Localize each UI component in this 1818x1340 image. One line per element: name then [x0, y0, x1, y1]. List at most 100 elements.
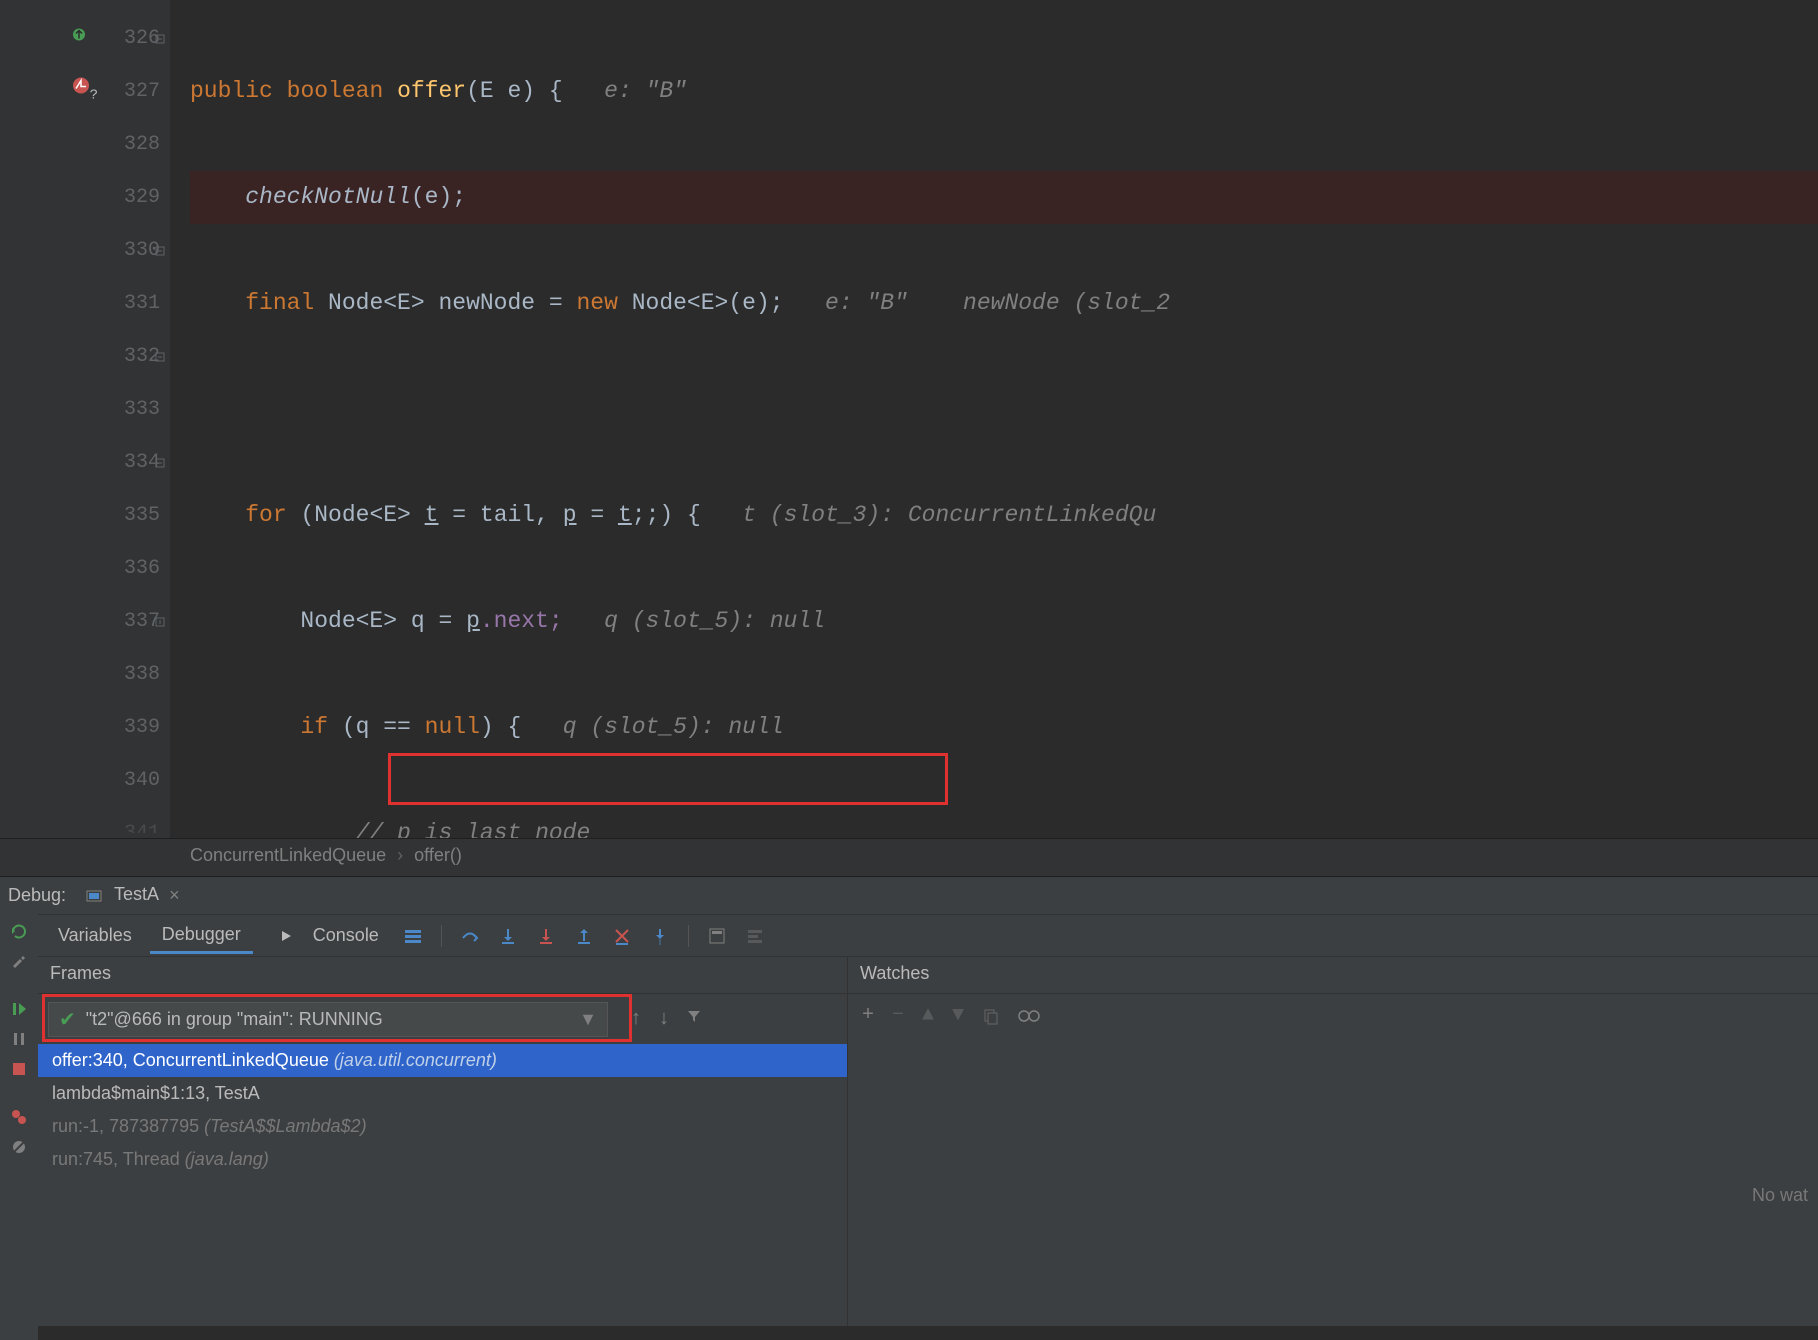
move-down-icon[interactable]: ▼ [952, 1004, 964, 1027]
code-text: (e); [411, 184, 466, 210]
step-into-icon[interactable] [498, 926, 518, 946]
step-over-icon[interactable] [460, 926, 480, 946]
method-call: checkNotNull [245, 184, 411, 210]
keyword: for [245, 502, 286, 528]
line-number: 329 [124, 186, 160, 209]
frame-item[interactable]: run:-1, 787387795 (TestA$$Lambda$2) [38, 1110, 847, 1143]
thread-selector[interactable]: ✔ "t2"@666 in group "main": RUNNING ▼ [48, 1002, 608, 1037]
close-icon[interactable]: × [169, 885, 180, 906]
mute-breakpoints-icon[interactable] [10, 1138, 28, 1156]
dropdown-icon[interactable]: ▼ [579, 1009, 597, 1030]
inline-hint: q (slot_5): null [563, 714, 784, 740]
code-text: = [577, 502, 618, 528]
remove-watch-icon[interactable]: − [892, 1004, 904, 1027]
breadcrumb-class[interactable]: ConcurrentLinkedQueue [190, 845, 386, 865]
frame-text: offer:340, ConcurrentLinkedQueue [52, 1050, 334, 1070]
debug-tab[interactable]: TestA [108, 884, 165, 907]
no-watches-text: No wat [1752, 1185, 1808, 1206]
code-line[interactable]: for (Node<E> t = tail, p = t;;) { t (slo… [190, 489, 1818, 542]
fold-icon[interactable] [154, 245, 166, 257]
add-watch-icon[interactable]: + [862, 1004, 874, 1027]
keyword: final [245, 290, 314, 316]
code-text: ;;) { [632, 502, 701, 528]
svg-text:I: I [659, 938, 661, 946]
debug-toolbar: Variables Debugger Console I [38, 914, 1818, 956]
rerun-icon[interactable] [10, 922, 28, 940]
force-step-into-icon[interactable] [536, 926, 556, 946]
code-line[interactable]: // p is last node [190, 807, 1818, 838]
code-line[interactable]: final Node<E> newNode = new Node<E>(e); … [190, 277, 1818, 330]
comment: // p is last node [356, 820, 591, 838]
code-line[interactable]: Node<E> q = p.next; q (slot_5): null [190, 595, 1818, 648]
inline-hint: e: "B" [825, 290, 908, 316]
code-text: Node<E> q = [300, 608, 466, 634]
frame-item[interactable]: run:745, Thread (java.lang) [38, 1143, 847, 1176]
frame-text: lambda$main$1:13, TestA [52, 1083, 260, 1103]
frame-item[interactable]: lambda$main$1:13, TestA [38, 1077, 847, 1110]
evaluate-icon[interactable] [707, 926, 727, 946]
tab-variables[interactable]: Variables [46, 919, 144, 952]
pause-icon[interactable] [10, 1030, 28, 1048]
inline-hint: e: "B" [604, 78, 687, 104]
line-number: 335 [124, 504, 160, 527]
frame-up-icon[interactable]: ↑ [630, 1008, 642, 1031]
breakpoint-icon[interactable]: ? [70, 65, 92, 118]
fold-icon[interactable] [154, 351, 166, 363]
code-line[interactable]: if (q == null) { q (slot_5): null [190, 701, 1818, 754]
drop-frame-icon[interactable] [612, 926, 632, 946]
code-text: newNode = [425, 290, 577, 316]
code-line[interactable]: checkNotNull(e); [190, 171, 1818, 224]
threads-icon[interactable] [403, 926, 423, 946]
run-to-cursor-icon[interactable]: I [650, 926, 670, 946]
debug-label: Debug: [8, 885, 66, 906]
fold-icon[interactable] [154, 33, 166, 45]
breadcrumb[interactable]: ConcurrentLinkedQueue › offer() [0, 838, 1818, 876]
code-area[interactable]: public boolean offer(E e) { e: "B" check… [170, 0, 1818, 838]
check-icon: ✔ [59, 1007, 76, 1032]
resume-icon[interactable] [10, 1000, 28, 1018]
frames-panel: Frames ✔ "t2"@666 in group "main": RUNNI… [38, 956, 848, 1326]
override-icon[interactable] [70, 12, 88, 65]
frame-list[interactable]: offer:340, ConcurrentLinkedQueue (java.u… [38, 1044, 847, 1176]
frame-text: run:-1, 787387795 [52, 1116, 204, 1136]
show-watches-icon[interactable] [1018, 1009, 1040, 1023]
settings-icon[interactable] [10, 952, 28, 970]
keyword: null [425, 714, 480, 740]
fold-icon[interactable] [154, 616, 166, 628]
variable: t [618, 502, 632, 528]
line-number: 336 [124, 557, 160, 580]
method-name: offer [397, 78, 466, 104]
move-up-icon[interactable]: ▲ [922, 1004, 934, 1027]
trace-icon[interactable] [745, 926, 765, 946]
watches-title: Watches [848, 956, 1818, 994]
tab-debugger[interactable]: Debugger [150, 918, 253, 954]
frame-item[interactable]: offer:340, ConcurrentLinkedQueue (java.u… [38, 1044, 847, 1077]
line-number: 339 [124, 716, 160, 739]
code-text: ) { [480, 714, 521, 740]
step-out-icon[interactable] [574, 926, 594, 946]
code-text: Node<E>(e); [618, 290, 784, 316]
fold-icon[interactable] [154, 457, 166, 469]
frame-package: (TestA$$Lambda$2) [204, 1116, 366, 1136]
code-line[interactable] [190, 383, 1818, 436]
variable: p [466, 608, 480, 634]
breadcrumb-separator: › [397, 845, 403, 865]
tab-console[interactable]: Console [301, 919, 391, 952]
thread-label: "t2"@666 in group "main": RUNNING [86, 1009, 383, 1030]
debug-left-actions [0, 914, 38, 1340]
filter-icon[interactable] [686, 1008, 702, 1024]
code-line[interactable]: public boolean offer(E e) { e: "B" [190, 65, 1818, 118]
copy-icon[interactable] [982, 1007, 1000, 1025]
field: .next; [480, 608, 563, 634]
stop-icon[interactable] [10, 1060, 28, 1078]
frame-down-icon[interactable]: ↓ [658, 1008, 670, 1031]
inline-hint: q (slot_5): null [604, 608, 825, 634]
inline-hint: newNode (slot_2 [963, 290, 1170, 316]
breadcrumb-method[interactable]: offer() [414, 845, 462, 865]
view-breakpoints-icon[interactable] [10, 1108, 28, 1126]
gutter: 326 327 ? 328 329 330 331 332 333 334 33… [0, 0, 170, 838]
watches-panel: Watches + − ▲ ▼ No wat [848, 956, 1818, 1326]
code-text: (q == [328, 714, 425, 740]
frames-title: Frames [38, 956, 847, 994]
run-config-icon [86, 888, 102, 904]
